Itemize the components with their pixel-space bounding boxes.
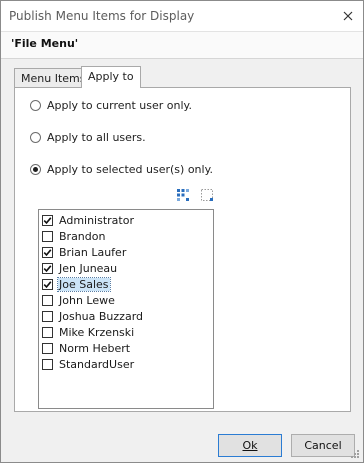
user-checkbox[interactable] xyxy=(42,279,53,290)
user-list-item[interactable]: Jen Juneau xyxy=(42,261,118,276)
user-list-item[interactable]: Brian Laufer xyxy=(42,245,127,260)
window-title: Publish Menu Items for Display xyxy=(9,9,195,23)
user-checkbox[interactable] xyxy=(42,327,53,338)
dialog-window: Publish Menu Items for Display 'File Men… xyxy=(0,0,364,463)
user-name: Brandon xyxy=(59,230,106,243)
user-checkbox[interactable] xyxy=(42,215,53,226)
user-name: Joshua Buzzard xyxy=(59,310,144,323)
user-name: StandardUser xyxy=(59,358,135,371)
user-name: Joe Sales xyxy=(57,277,111,292)
clear-selection-icon[interactable] xyxy=(200,188,214,202)
user-name: Brian Laufer xyxy=(59,246,127,259)
user-checkbox[interactable] xyxy=(42,263,53,274)
user-name: Norm Hebert xyxy=(59,342,131,355)
user-list-item[interactable]: Joshua Buzzard xyxy=(42,309,144,324)
select-all-icon[interactable] xyxy=(176,188,190,202)
radio-current-user[interactable]: Apply to current user only. xyxy=(30,97,192,113)
user-checkbox[interactable] xyxy=(42,311,53,322)
user-name: Administrator xyxy=(59,214,134,227)
radio-button[interactable] xyxy=(30,163,41,175)
user-name: Jen Juneau xyxy=(59,262,118,275)
checkmark-icon xyxy=(43,281,52,289)
ok-button[interactable]: Ok xyxy=(218,434,282,457)
user-name: John Lewe xyxy=(59,294,115,307)
tab-panel-apply-to: Apply to current user only. Apply to all… xyxy=(14,87,351,412)
checkmark-icon xyxy=(43,249,52,257)
user-checkbox[interactable] xyxy=(42,343,53,354)
user-list-item[interactable]: Joe Sales xyxy=(42,277,111,292)
header-band: 'File Menu' xyxy=(1,32,363,59)
radio-all-users[interactable]: Apply to all users. xyxy=(30,129,146,145)
checkmark-icon xyxy=(43,217,52,225)
user-list-item[interactable]: StandardUser xyxy=(42,357,135,372)
radio-button[interactable] xyxy=(30,131,41,143)
cancel-button-label: Cancel xyxy=(304,439,342,452)
user-list[interactable]: Administrator Brandon Brian Laufer Jen June… xyxy=(38,209,214,409)
close-button[interactable] xyxy=(339,7,357,25)
user-list-item[interactable]: John Lewe xyxy=(42,293,116,308)
user-list-item[interactable]: Mike Krzenski xyxy=(42,325,135,340)
radio-label: Apply to current user only. xyxy=(47,98,192,112)
ok-button-label: Ok xyxy=(242,439,258,452)
radio-button[interactable] xyxy=(30,99,41,111)
tab-apply-to[interactable]: Apply to xyxy=(81,66,141,88)
user-checkbox[interactable] xyxy=(42,231,53,242)
dialog-footer: Ok Cancel xyxy=(1,425,363,462)
close-icon xyxy=(343,11,353,21)
user-checkbox[interactable] xyxy=(42,295,53,306)
user-checkbox[interactable] xyxy=(42,247,53,258)
radio-label: Apply to all users. xyxy=(47,130,146,144)
menu-name-heading: 'File Menu' xyxy=(11,37,79,50)
resize-grip-icon[interactable] xyxy=(350,449,360,459)
checkmark-icon xyxy=(43,265,52,273)
user-checkbox[interactable] xyxy=(42,359,53,370)
user-name: Mike Krzenski xyxy=(59,326,135,339)
radio-selected-users[interactable]: Apply to selected user(s) only. xyxy=(30,161,213,177)
user-list-item[interactable]: Brandon xyxy=(42,229,106,244)
radio-label: Apply to selected user(s) only. xyxy=(47,162,214,176)
user-list-item[interactable]: Norm Hebert xyxy=(42,341,131,356)
cancel-button[interactable]: Cancel xyxy=(291,434,355,457)
title-bar: Publish Menu Items for Display xyxy=(1,1,363,32)
user-list-item[interactable]: Administrator xyxy=(42,213,135,228)
